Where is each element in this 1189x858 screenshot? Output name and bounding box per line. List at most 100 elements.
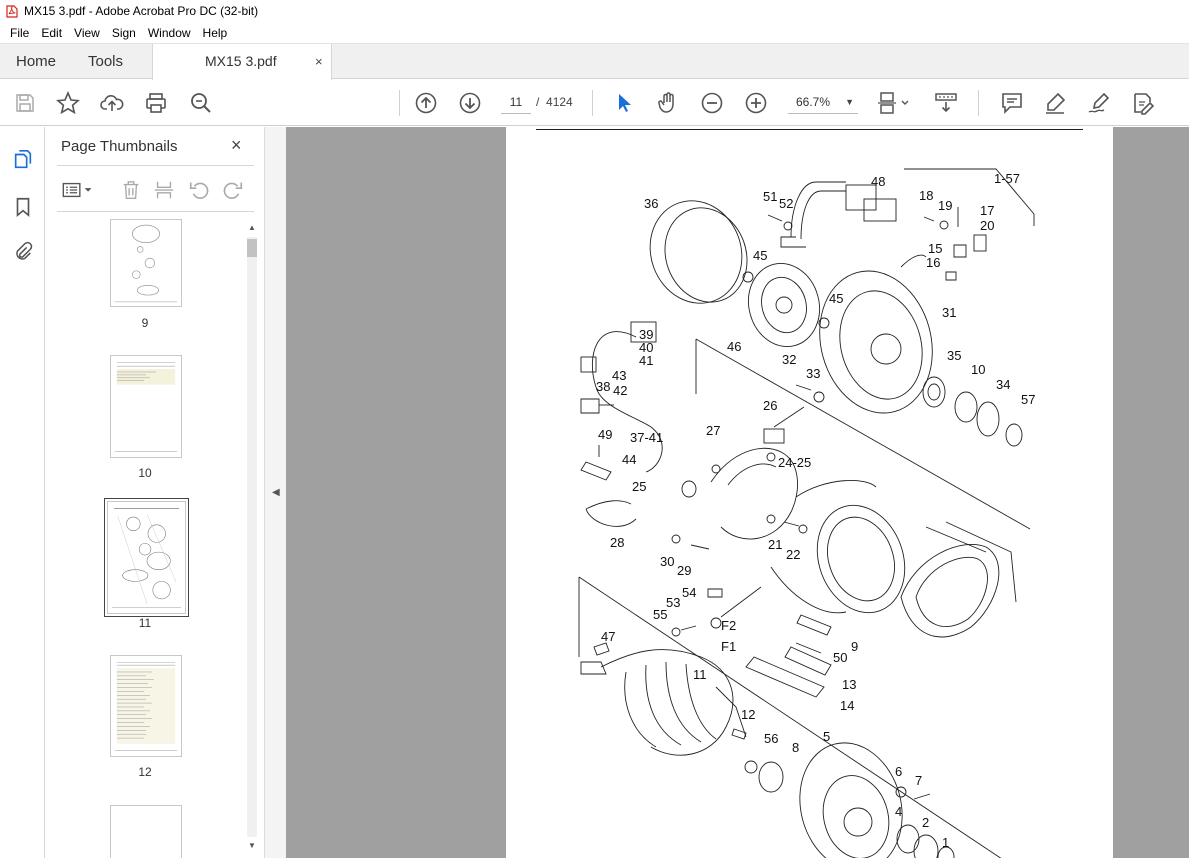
menu-help[interactable]: Help [197, 26, 234, 40]
thumbnail-label: 12 [138, 765, 152, 779]
callout: 51 [763, 189, 777, 204]
callout: 48 [871, 174, 885, 189]
extract-page-icon[interactable] [151, 177, 177, 203]
menu-view[interactable]: View [68, 26, 106, 40]
toolbar-separator [592, 90, 593, 116]
divider [57, 211, 254, 212]
comment-icon[interactable] [999, 90, 1025, 116]
scroll-down-icon[interactable]: ▼ [247, 841, 257, 850]
acrobat-app-icon [6, 4, 18, 18]
hand-icon[interactable] [655, 90, 681, 116]
callout: 7 [915, 773, 922, 788]
scroll-thumb[interactable] [247, 239, 257, 257]
callout: 25 [632, 479, 646, 494]
callout: 36 [644, 196, 658, 211]
thumbnail-label: 9 [141, 316, 149, 330]
callout: 34 [996, 377, 1010, 392]
callout: 47 [601, 629, 615, 644]
zoom-out-icon[interactable] [699, 90, 725, 116]
title-bar: MX15 3.pdf - Adobe Acrobat Pro DC (32-bi… [0, 0, 1189, 22]
tab-tools[interactable]: Tools [88, 44, 123, 79]
scroll-mode-icon[interactable] [933, 90, 959, 116]
page-number-input[interactable] [501, 90, 531, 114]
menu-file[interactable]: File [4, 26, 35, 40]
page-thumbnails-icon[interactable] [10, 147, 36, 173]
page-down-icon[interactable] [457, 90, 483, 116]
callout: 28 [610, 535, 624, 550]
attachments-icon[interactable] [10, 239, 36, 265]
collapse-panel-icon[interactable]: ◀ [272, 487, 280, 498]
callout: 55 [653, 607, 667, 622]
callout: 6 [895, 764, 902, 779]
document-viewport[interactable]: 1-57 48 51 52 18 19 17 20 36 15 16 45 45… [286, 127, 1189, 858]
edit-pdf-icon[interactable] [1130, 90, 1156, 116]
callout: 21 [768, 537, 782, 552]
callout: 11 [693, 667, 707, 682]
menu-window[interactable]: Window [142, 26, 197, 40]
divider [57, 165, 254, 166]
callout: 44 [622, 452, 636, 467]
highlight-icon[interactable] [1042, 90, 1068, 116]
callout: F1 [721, 639, 736, 654]
thumbnails-list: 9 10 11 12 [57, 215, 243, 858]
zoom-search-icon[interactable] [188, 90, 214, 116]
menu-bar: File Edit View Sign Window Help [0, 22, 1189, 43]
thumbnail-label: 11 [138, 616, 152, 630]
callout-labels: 1-57 48 51 52 18 19 17 20 36 15 16 45 45… [596, 171, 1035, 850]
callout: 17 [980, 203, 994, 218]
select-arrow-icon[interactable] [611, 90, 637, 116]
thumbnail-options-icon[interactable] [59, 177, 97, 203]
save-icon[interactable] [12, 90, 38, 116]
callout: 26 [763, 398, 777, 413]
callout: 30 [660, 554, 674, 569]
tab-document[interactable]: MX15 3.pdf × [152, 44, 332, 80]
callout: 31 [942, 305, 956, 320]
sign-icon[interactable] [1086, 90, 1112, 116]
callout: F2 [721, 618, 736, 633]
panel-title: Page Thumbnails [61, 138, 178, 155]
menu-sign[interactable]: Sign [106, 26, 142, 40]
callout: 37-41 [630, 430, 663, 445]
callout: 13 [842, 677, 856, 692]
callout: 53 [666, 595, 680, 610]
callout: 2 [922, 815, 929, 830]
callout: 10 [971, 362, 985, 377]
tab-home[interactable]: Home [16, 44, 56, 79]
callout: 49 [598, 427, 612, 442]
thumbnail-page-9[interactable] [110, 219, 182, 307]
toolbar-separator [978, 90, 979, 116]
thumbnails-scrollbar[interactable]: ▲ ▼ [245, 219, 259, 858]
callout: 4 [895, 804, 902, 819]
rotate-left-icon[interactable] [186, 177, 212, 203]
delete-page-icon[interactable] [118, 177, 144, 203]
menu-edit[interactable]: Edit [35, 26, 68, 40]
thumbnail-page-10[interactable] [110, 355, 182, 458]
rotate-right-icon[interactable] [220, 177, 246, 203]
callout: 54 [682, 585, 696, 600]
callout: 22 [786, 547, 800, 562]
thumbnail-page-12[interactable] [110, 655, 182, 757]
bookmarks-icon[interactable] [10, 194, 36, 220]
page-count: / 4124 [536, 95, 573, 109]
callout: 20 [980, 218, 994, 233]
pdf-page: 1-57 48 51 52 18 19 17 20 36 15 16 45 45… [506, 127, 1113, 858]
callout: 56 [764, 731, 778, 746]
exploded-parts-diagram: 1-57 48 51 52 18 19 17 20 36 15 16 45 45… [578, 168, 1035, 858]
fit-page-icon[interactable] [876, 90, 912, 116]
thumbnail-label: 10 [138, 466, 152, 480]
bookmark-star-icon[interactable] [55, 90, 81, 116]
upload-icon[interactable] [99, 90, 125, 116]
callout: 16 [926, 255, 940, 270]
scroll-track[interactable] [247, 237, 257, 837]
page-up-icon[interactable] [413, 90, 439, 116]
print-icon[interactable] [143, 90, 169, 116]
thumbnail-page-11[interactable] [104, 498, 189, 617]
callout: 8 [792, 740, 799, 755]
thumbnail-page-13[interactable] [110, 805, 182, 858]
scroll-up-icon[interactable]: ▲ [247, 223, 257, 232]
zoom-in-icon[interactable] [743, 90, 769, 116]
close-panel-button[interactable]: × [231, 135, 242, 156]
close-tab-button[interactable]: × [315, 44, 323, 79]
zoom-level-select[interactable]: 66.7% ▼ [788, 90, 858, 114]
callout: 46 [727, 339, 741, 354]
